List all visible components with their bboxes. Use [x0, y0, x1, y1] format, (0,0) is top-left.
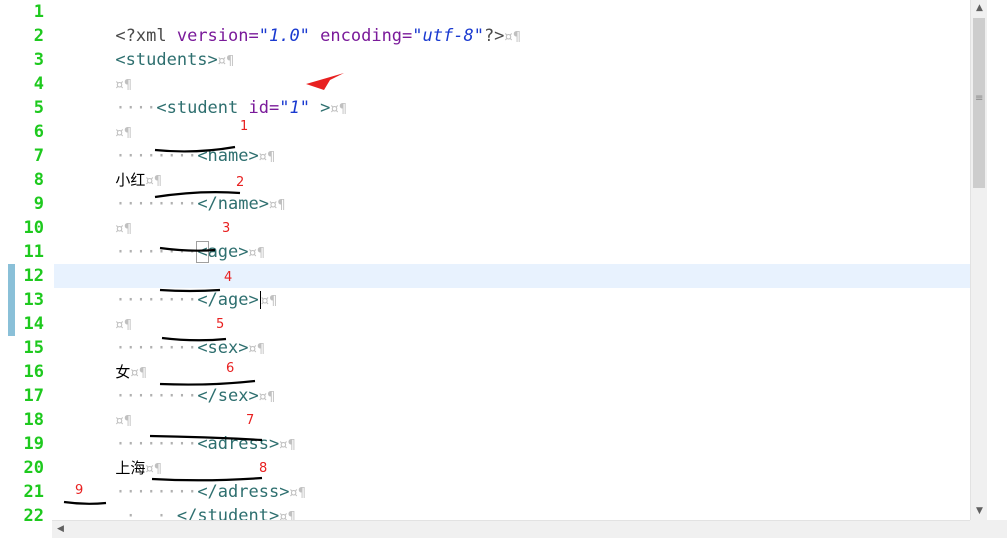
line-number: 18	[23, 410, 44, 430]
code-line[interactable]: ¤¶	[54, 384, 132, 429]
scrollbar-corner	[970, 520, 1007, 538]
line-number: 15	[23, 338, 44, 358]
line-number: 19	[23, 434, 44, 454]
code-line[interactable]: ········<name>¤¶	[54, 120, 275, 166]
code-line[interactable]: ········</adress>¤¶	[54, 456, 306, 502]
eol-marker: ¤¶	[248, 246, 266, 261]
tag: </sex>	[197, 386, 259, 406]
tag: >	[309, 98, 331, 118]
tag: <name>	[197, 146, 259, 166]
eol-marker: ¤¶	[248, 342, 266, 357]
line-number: 9	[33, 194, 44, 214]
scrollbar-thumb[interactable]: ≡	[973, 18, 985, 188]
code-line[interactable]: · · </student>¤¶	[54, 480, 296, 520]
tag: <sex>	[197, 338, 249, 358]
line-number: 11	[23, 242, 44, 262]
eol-marker: ¤¶	[504, 30, 521, 45]
line-number: 2	[33, 26, 44, 46]
line-number: 20	[23, 458, 44, 478]
tag: age>	[207, 242, 249, 262]
down-arrow-icon[interactable]: ▼	[971, 503, 988, 520]
code-line[interactable]: <students>¤¶	[54, 24, 234, 70]
left-arrow-icon[interactable]: ◀	[52, 521, 69, 538]
grip-icon: ≡	[975, 93, 984, 104]
code-line[interactable]: ········</sex>¤¶	[54, 360, 275, 406]
eol-marker: ¤¶	[279, 510, 296, 520]
code-line[interactable]: ········</name>¤¶	[54, 168, 285, 214]
code-line[interactable]: ¤¶	[54, 96, 132, 141]
line-number: 21	[23, 482, 44, 502]
code-line[interactable]: 上海¤¶	[54, 432, 162, 477]
up-arrow-icon[interactable]: ▲	[971, 0, 988, 17]
line-number: 12	[23, 266, 44, 286]
tag: <adress>	[197, 434, 280, 454]
tag: <student	[156, 98, 239, 118]
line-number: 1	[33, 2, 44, 22]
line-number: 22	[23, 506, 44, 526]
attribute-value: "1"	[279, 98, 310, 118]
line-number: 5	[33, 98, 44, 118]
line-number-gutter: 1 2 3 4 5 6 7 8 9 10 11 12 13 14 15 16 17 18 19 20 21 22	[0, 0, 52, 526]
line-number: 13	[23, 290, 44, 310]
eol-marker: ¤¶	[268, 198, 286, 213]
code-editor[interactable]: 1 2 3 4 5 6 7 8 9 10 11 12 13 14 15 16 17 18 19 20 21 22 <?xm…	[0, 0, 1007, 538]
horizontal-scrollbar[interactable]: ◀	[52, 520, 970, 538]
code-line[interactable]: ¤¶	[54, 192, 132, 237]
attribute-name: encoding=	[309, 26, 413, 46]
matched-bracket: <	[196, 241, 209, 263]
tag: </student>	[176, 506, 280, 520]
eol-marker: ¤¶	[279, 438, 296, 453]
line-number: 7	[33, 146, 44, 166]
code-line[interactable]: ¤¶	[54, 48, 132, 93]
window-edge	[987, 0, 1007, 520]
code-line[interactable]: ········<adress>¤¶	[54, 408, 295, 454]
tag: </name>	[197, 194, 269, 214]
code-line[interactable]: ¤¶	[54, 288, 132, 333]
code-line[interactable]: ····<student id="1" >¤¶	[54, 72, 347, 118]
attribute-name: id=	[238, 98, 280, 118]
xml-declaration-close: ?>	[483, 26, 505, 46]
eol-marker: ¤¶	[217, 54, 235, 69]
tag: </age>	[197, 290, 259, 310]
line-number: 17	[23, 386, 44, 406]
attribute-value: "1.0"	[258, 26, 310, 46]
line-number: 10	[23, 218, 44, 238]
code-line[interactable]: ········<age>¤¶	[54, 216, 265, 263]
line-number: 4	[33, 74, 44, 94]
code-line[interactable]: 21¤¶	[54, 240, 152, 286]
eol-marker: ¤¶	[258, 150, 276, 165]
current-code-line[interactable]: ········</age> ¤¶	[54, 264, 970, 310]
code-line[interactable]: 小红¤¶	[54, 144, 162, 189]
eol-marker: ¤¶	[260, 294, 278, 309]
code-line[interactable]: ········<sex>¤¶	[54, 312, 265, 358]
code-line[interactable]: 女¤¶	[54, 336, 147, 381]
eol-marker: ¤¶	[330, 102, 347, 117]
line-number: 14	[23, 314, 44, 334]
code-line[interactable]: <?xml version="1.0" encoding="utf-8"?>¤¶	[54, 0, 521, 46]
vertical-scrollbar[interactable]: ▲ ≡ ▼	[970, 0, 988, 520]
line-number: 16	[23, 362, 44, 382]
whitespace-dots: ·	[146, 506, 177, 520]
eol-marker: ¤¶	[258, 390, 276, 405]
code-area[interactable]: <?xml version="1.0" encoding="utf-8"?>¤¶…	[54, 0, 970, 520]
line-number: 6	[33, 122, 44, 142]
line-number: 8	[33, 170, 44, 190]
code-line[interactable]: ¤¶	[54, 504, 132, 520]
line-number: 3	[33, 50, 44, 70]
attribute-value: "utf-8"	[412, 26, 484, 46]
